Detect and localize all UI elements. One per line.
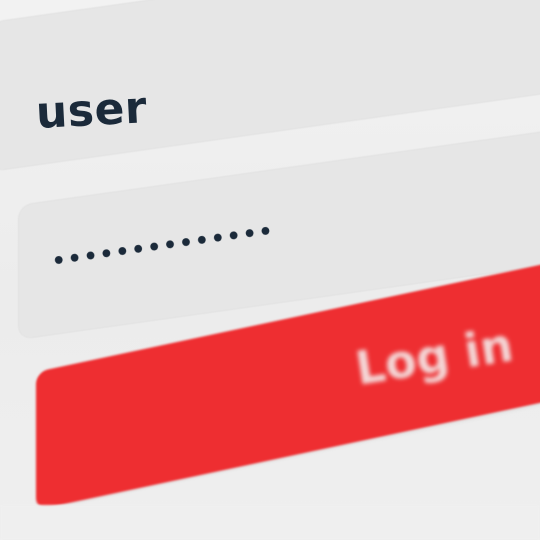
username-value: user — [34, 82, 149, 139]
login-screen: user •••••••••••••• Log in — [0, 0, 540, 540]
page-background-strip — [0, 505, 540, 540]
login-form: user •••••••••••••• Log in — [0, 0, 540, 540]
